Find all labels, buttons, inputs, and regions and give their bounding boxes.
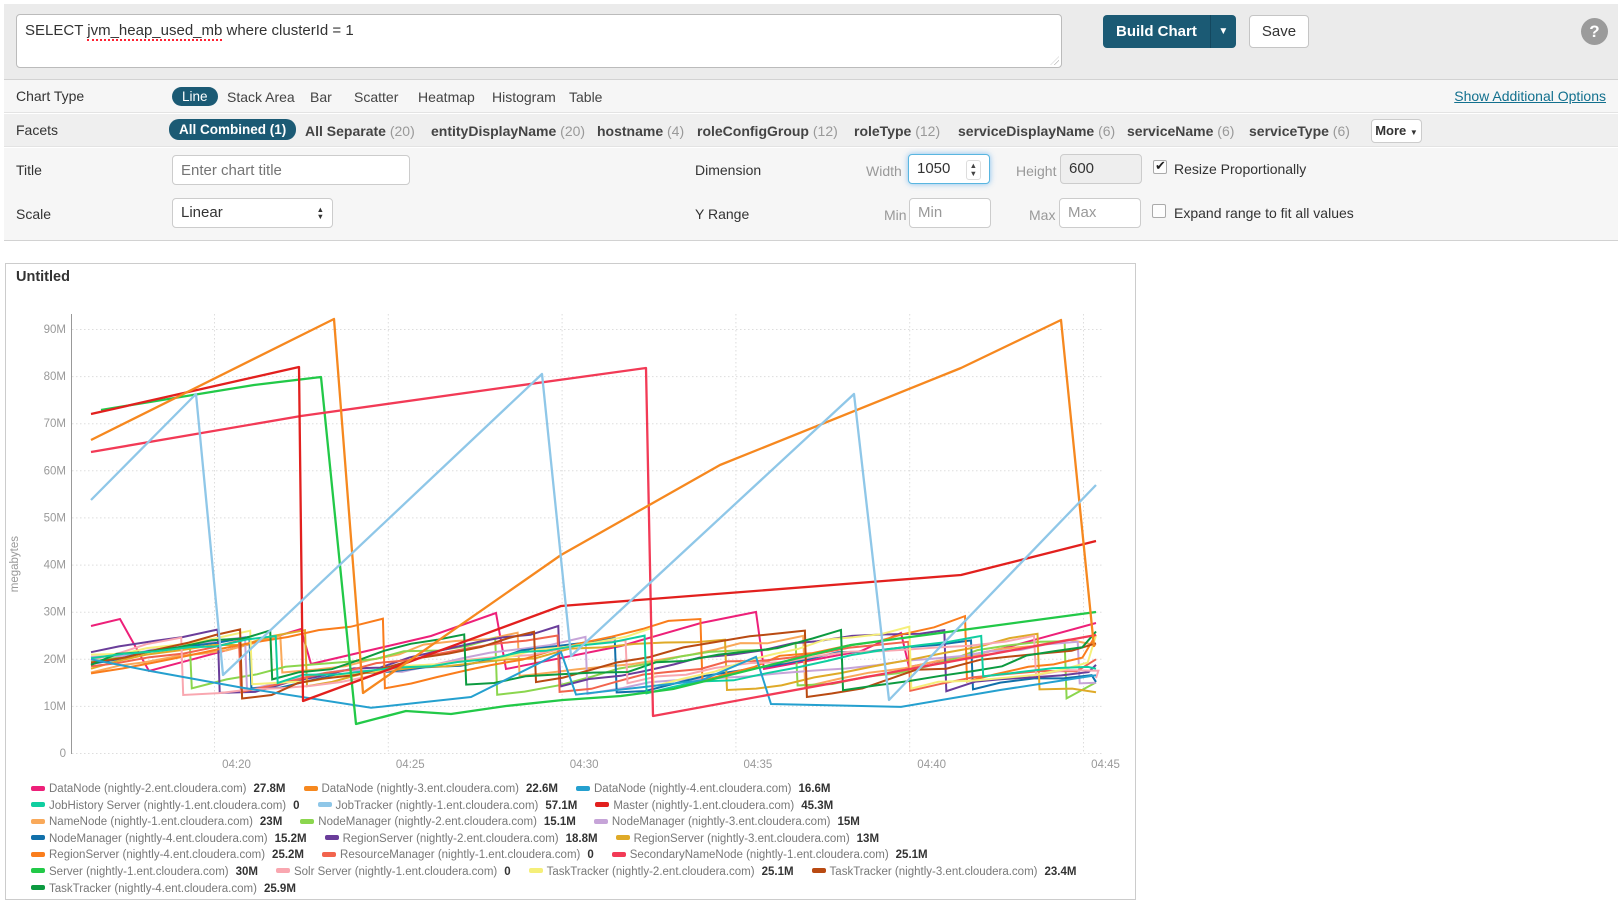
- svg-text:80M: 80M: [44, 371, 66, 383]
- svg-text:04:25: 04:25: [396, 759, 425, 771]
- svg-text:0: 0: [60, 748, 66, 760]
- svg-text:04:40: 04:40: [917, 759, 946, 771]
- svg-text:60M: 60M: [44, 465, 66, 477]
- svg-text:04:20: 04:20: [222, 759, 251, 771]
- svg-text:10M: 10M: [44, 701, 66, 713]
- svg-text:30M: 30M: [44, 607, 66, 619]
- svg-text:90M: 90M: [44, 324, 66, 336]
- svg-text:megabytes: megabytes: [9, 536, 21, 593]
- svg-text:50M: 50M: [44, 512, 66, 524]
- svg-text:04:45: 04:45: [1091, 759, 1120, 771]
- svg-text:04:35: 04:35: [744, 759, 773, 771]
- svg-text:20M: 20M: [44, 654, 66, 666]
- svg-text:70M: 70M: [44, 418, 66, 430]
- svg-text:40M: 40M: [44, 560, 66, 572]
- svg-text:04:30: 04:30: [570, 759, 599, 771]
